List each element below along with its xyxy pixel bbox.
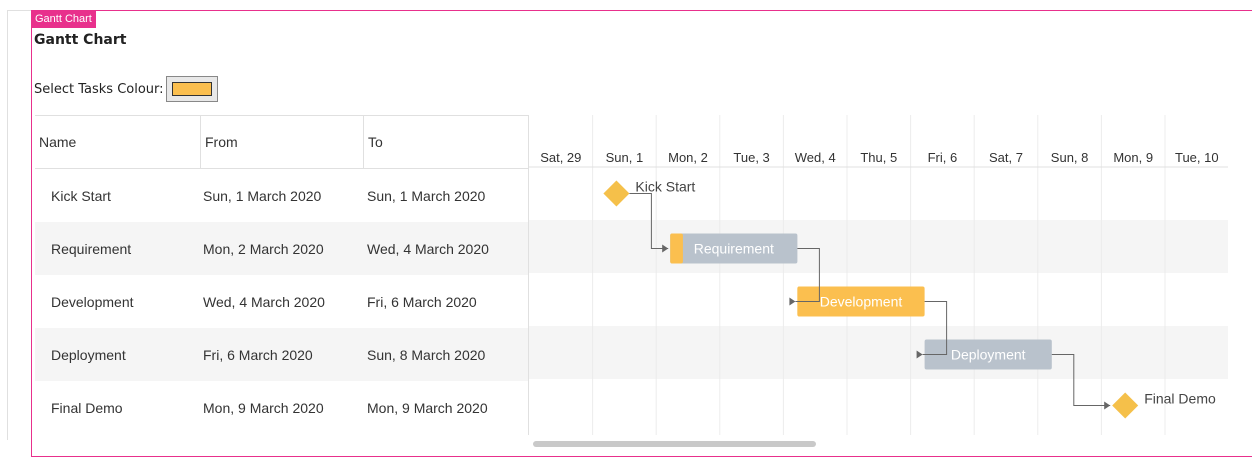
- row-background: [529, 220, 1228, 273]
- day-label: Sun, 1: [606, 150, 644, 165]
- column-header-name[interactable]: Name: [35, 116, 200, 168]
- day-label: Sat, 29: [540, 150, 581, 165]
- table-row[interactable]: Kick Start Sun, 1 March 2020 Sun, 1 Marc…: [35, 169, 528, 222]
- gantt-chart-canvas: Sat, 29 Sun, 1 Mon, 2 Tue, 3 Wed, 4 Thu, 5 Fri…: [529, 115, 1228, 435]
- cell-to: Wed, 4 March 2020: [367, 240, 489, 257]
- grid-header: Name From To: [35, 116, 528, 169]
- gantt-timeline: Sat, 29 Sun, 1 Mon, 2 Tue, 3 Wed, 4 Thu, 5 Fri…: [528, 115, 1228, 435]
- cell-name: Kick Start: [51, 187, 111, 204]
- day-label: Sun, 8: [1051, 150, 1089, 165]
- milestone-label: Final Demo: [1144, 391, 1216, 407]
- horizontal-scrollbar[interactable]: [533, 441, 816, 447]
- task-bar-label: Requirement: [694, 241, 774, 257]
- panel-tag: Gantt Chart: [31, 10, 96, 28]
- day-label: Mon, 2: [668, 150, 708, 165]
- day-label: Thu, 5: [860, 150, 897, 165]
- day-label: Tue, 10: [1175, 150, 1219, 165]
- task-bar-label: Deployment: [951, 347, 1026, 363]
- cell-from: Fri, 6 March 2020: [203, 346, 313, 363]
- table-row[interactable]: Requirement Mon, 2 March 2020 Wed, 4 Mar…: [35, 222, 528, 275]
- milestone-diamond: [603, 180, 630, 207]
- task-grid: Name From To Kick Start Sun, 1 March 202…: [35, 115, 528, 436]
- task-progress-bar: [670, 233, 683, 264]
- table-row[interactable]: Final Demo Mon, 9 March 2020 Mon, 9 Marc…: [35, 381, 528, 434]
- day-label: Mon, 9: [1113, 150, 1153, 165]
- cell-from: Mon, 9 March 2020: [203, 399, 324, 416]
- cell-to: Mon, 9 March 2020: [367, 399, 488, 416]
- day-label: Wed, 4: [795, 150, 836, 165]
- column-header-from[interactable]: From: [200, 116, 363, 168]
- task-bar-label: Development: [820, 294, 903, 310]
- row-background: [529, 326, 1228, 379]
- day-label: Sat, 7: [989, 150, 1023, 165]
- table-row[interactable]: Development Wed, 4 March 2020 Fri, 6 Mar…: [35, 275, 528, 328]
- page-title: Gantt Chart: [34, 32, 127, 48]
- cell-from: Sun, 1 March 2020: [203, 187, 322, 204]
- table-row[interactable]: Deployment Fri, 6 March 2020 Sun, 8 Marc…: [35, 328, 528, 381]
- day-label: Tue, 3: [733, 150, 769, 165]
- column-header-to[interactable]: To: [363, 116, 528, 168]
- cell-name: Final Demo: [51, 399, 123, 416]
- cell-name: Requirement: [51, 240, 132, 257]
- cell-to: Sun, 8 March 2020: [367, 346, 486, 363]
- connector-arrowhead: [789, 297, 796, 306]
- cell-to: Sun, 1 March 2020: [367, 187, 486, 204]
- cell-from: Wed, 4 March 2020: [203, 293, 325, 310]
- colour-picker-row: Select Tasks Colour:: [34, 76, 218, 102]
- colour-swatch: [171, 82, 212, 96]
- cell-name: Deployment: [51, 346, 126, 363]
- cell-from: Mon, 2 March 2020: [203, 240, 324, 257]
- connector-arrowhead: [1104, 401, 1111, 410]
- day-label: Fri, 6: [928, 150, 958, 165]
- cell-name: Development: [51, 293, 134, 310]
- milestone-diamond: [1112, 392, 1139, 419]
- cell-to: Fri, 6 March 2020: [367, 293, 477, 310]
- colour-picker-button[interactable]: [165, 76, 218, 102]
- colour-picker-label: Select Tasks Colour:: [34, 81, 164, 97]
- milestone-label: Kick Start: [635, 179, 695, 195]
